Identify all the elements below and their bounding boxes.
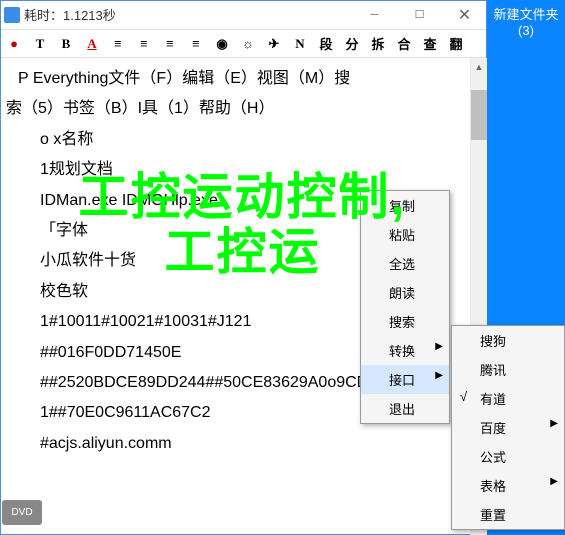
toolbar-sun-icon[interactable]: ☼ (238, 34, 258, 54)
toolbar-align-3[interactable]: ≡ (160, 34, 180, 54)
submenu-item-有道[interactable]: 有道√ (452, 384, 564, 413)
menu-item-朗读[interactable]: 朗读 (361, 278, 449, 307)
menu-item-复制[interactable]: 复制 (361, 191, 449, 220)
folder-label: 新建文件夹 (487, 4, 565, 23)
minimize-button[interactable]: ─ (352, 0, 397, 30)
folder-count: (3) (487, 23, 565, 38)
toolbar-拆[interactable]: 拆 (368, 34, 388, 54)
toolbar-n[interactable]: N (290, 34, 310, 54)
dvd-icon: DVD (2, 500, 42, 525)
text-line: 索（5）书签（B）I具（1）帮助（H） (6, 94, 436, 124)
menu-item-全选[interactable]: 全选 (361, 249, 449, 278)
submenu-item-腾讯[interactable]: 腾讯 (452, 355, 564, 384)
toolbar-align-2[interactable]: ≡ (134, 34, 154, 54)
toolbar-color[interactable]: A (82, 34, 102, 54)
toolbar-align-4[interactable]: ≡ (186, 34, 206, 54)
toolbar-target-icon[interactable]: ◉ (212, 34, 232, 54)
toolbar-分[interactable]: 分 (342, 34, 362, 54)
toolbar-bold[interactable]: B (56, 34, 76, 54)
app-icon (4, 7, 20, 23)
toolbar-段[interactable]: 段 (316, 34, 336, 54)
toolbar-翻[interactable]: 翻 (446, 34, 466, 54)
menu-item-接口[interactable]: 接口▶ (361, 365, 449, 394)
title-bar: 耗时：1.1213秒 ─ ☐ ✕ (0, 0, 565, 30)
text-line: #acjs.aliyun.comm (40, 429, 436, 459)
scroll-thumb[interactable] (471, 90, 487, 140)
toolbar-align-1[interactable]: ≡ (108, 34, 128, 54)
close-button[interactable]: ✕ (442, 0, 487, 30)
maximize-button[interactable]: ☐ (397, 0, 442, 30)
submenu-item-搜狗[interactable]: 搜狗 (452, 326, 564, 355)
text-line: 1规划文档 (40, 155, 436, 185)
toolbar: ● T B A ≡ ≡ ≡ ≡ ◉ ☼ ✈ N 段 分 拆 合 查 翻 (0, 30, 565, 58)
menu-item-转换[interactable]: 转换▶ (361, 336, 449, 365)
context-submenu: 搜狗腾讯有道√百度▶公式表格▶重置 (451, 325, 565, 530)
toolbar-查[interactable]: 查 (420, 34, 440, 54)
menu-item-粘贴[interactable]: 粘贴 (361, 220, 449, 249)
scroll-up-icon[interactable]: ▲ (471, 58, 487, 75)
submenu-item-公式[interactable]: 公式 (452, 442, 564, 471)
text-line: o x名称 (40, 125, 436, 155)
toolbar-合[interactable]: 合 (394, 34, 414, 54)
toolbar-send-icon[interactable]: ✈ (264, 34, 284, 54)
context-menu: 复制粘贴全选朗读搜索转换▶接口▶退出 (360, 190, 450, 424)
text-line: P Everything文件（F）编辑（E）视图（M）搜 (40, 64, 436, 94)
menu-item-退出[interactable]: 退出 (361, 394, 449, 423)
window-title: 耗时：1.1213秒 (24, 5, 116, 24)
submenu-item-表格[interactable]: 表格▶ (452, 471, 564, 500)
submenu-item-重置[interactable]: 重置 (452, 500, 564, 529)
menu-item-搜索[interactable]: 搜索 (361, 307, 449, 336)
submenu-item-百度[interactable]: 百度▶ (452, 413, 564, 442)
toolbar-record-icon[interactable]: ● (4, 34, 24, 54)
toolbar-text[interactable]: T (30, 34, 50, 54)
